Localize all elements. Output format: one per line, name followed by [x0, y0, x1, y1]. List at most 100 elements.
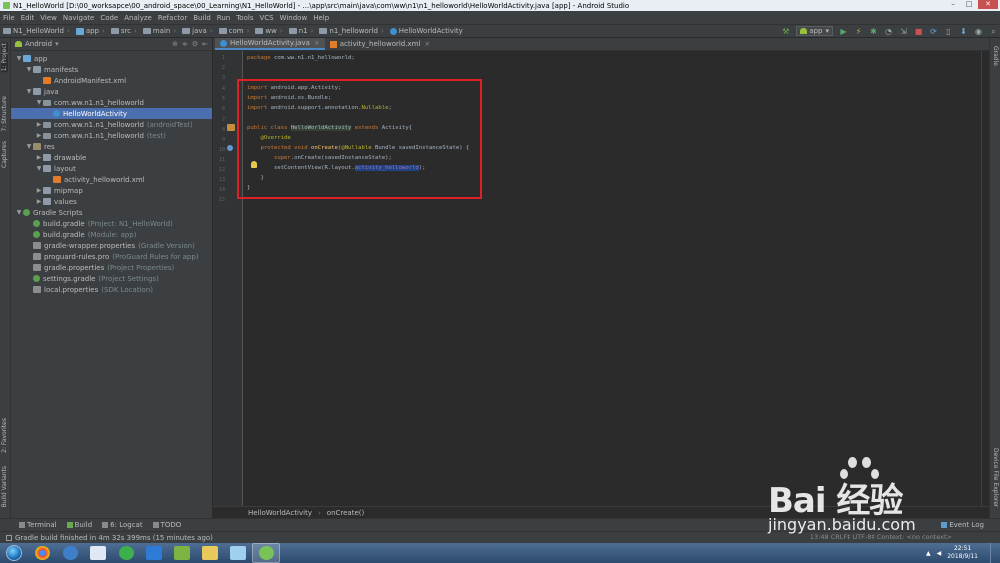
crumb-com[interactable]: com › — [216, 27, 253, 35]
maximize-button[interactable]: □ — [962, 0, 976, 9]
menu-edit[interactable]: Edit — [18, 14, 38, 22]
taskbar-app-notes[interactable] — [168, 543, 196, 563]
tool-tab-captures[interactable]: Captures — [1, 141, 8, 168]
tree-item[interactable]: ▶ com.ww.n1.n1_helloworld (test) — [11, 130, 212, 141]
run-gutter-icon[interactable] — [227, 124, 235, 131]
tree-item[interactable]: gradle-wrapper.properties (Gradle Version… — [11, 240, 212, 251]
crumb-src[interactable]: src › — [108, 27, 140, 35]
menu-navigate[interactable]: Navigate — [60, 14, 97, 22]
tray-volume-icon[interactable]: ◀ — [937, 550, 942, 557]
taskbar-app-chrome[interactable] — [28, 543, 56, 563]
tree-item[interactable]: ▼ java — [11, 86, 212, 97]
run-configuration-select[interactable]: app ▾ — [796, 26, 833, 36]
apply-changes-icon[interactable]: ⚡ — [854, 27, 863, 36]
crumb-n1-helloworld[interactable]: n1_helloworld › — [316, 27, 386, 35]
crumb-app[interactable]: app › — [73, 27, 108, 35]
settings-gear-icon[interactable]: ⚙ — [192, 40, 198, 48]
collapsed-arrow-icon[interactable]: ▶ — [35, 187, 43, 194]
expanded-arrow-icon[interactable]: ▼ — [35, 99, 43, 106]
crumb-ww[interactable]: ww › — [252, 27, 285, 35]
tool-tab-build[interactable]: Build — [62, 521, 98, 529]
taskbar-app-ie[interactable] — [56, 543, 84, 563]
breadcrumb-class[interactable]: HelloWorldActivity — [248, 509, 312, 517]
tree-item[interactable]: ▼ com.ww.n1.n1_helloworld — [11, 97, 212, 108]
expanded-arrow-icon[interactable]: ▼ — [25, 66, 33, 73]
attach-debugger-icon[interactable]: ⇲ — [899, 27, 908, 36]
tree-item[interactable]: ▼ Gradle Scripts — [11, 207, 212, 218]
tray-network-icon[interactable]: ▲ — [926, 550, 931, 557]
taskbar-app-android-studio[interactable] — [252, 543, 280, 563]
tab-hello-world-activity[interactable]: HelloWorldActivity.java × — [215, 38, 325, 50]
minimize-button[interactable]: – — [946, 0, 960, 9]
close-tab-icon[interactable]: × — [424, 40, 430, 48]
tree-item[interactable]: ▶ com.ww.n1.n1_helloworld (androidTest) — [11, 119, 212, 130]
search-everywhere-icon[interactable]: ⌕ — [989, 27, 998, 36]
taskbar-app-360[interactable] — [112, 543, 140, 563]
stop-icon[interactable]: ■ — [914, 27, 923, 36]
taskbar-app-explorer[interactable] — [196, 543, 224, 563]
tree-item[interactable]: ▼ manifests — [11, 64, 212, 75]
debug-icon[interactable]: ✱ — [869, 27, 878, 36]
crumb-java[interactable]: java › — [179, 27, 215, 35]
sync-scroll-icon[interactable]: ⊕ — [172, 40, 178, 48]
tree-item[interactable]: ▶ drawable — [11, 152, 212, 163]
show-desktop-button[interactable] — [990, 543, 1000, 563]
crumb-project[interactable]: N1_HelloWorld › — [0, 27, 73, 35]
sdk-manager-icon[interactable]: ⬇ — [959, 27, 968, 36]
tree-item[interactable]: proguard-rules.pro (ProGuard Rules for ap… — [11, 251, 212, 262]
tree-item[interactable]: AndroidManifest.xml — [11, 75, 212, 86]
expanded-arrow-icon[interactable]: ▼ — [25, 143, 33, 150]
start-button[interactable] — [0, 543, 28, 563]
close-button[interactable]: ✕ — [978, 0, 998, 9]
crumb-class[interactable]: HelloWorldActivity — [387, 27, 466, 35]
menu-analyze[interactable]: Analyze — [121, 14, 155, 22]
tree-item[interactable]: ▶ mipmap — [11, 185, 212, 196]
collapse-all-icon[interactable]: ≑ — [182, 40, 188, 48]
tool-tab-structure[interactable]: 7: Structure — [1, 96, 8, 132]
taskbar-app-bird[interactable] — [140, 543, 168, 563]
event-log-button[interactable]: Event Log — [941, 521, 984, 529]
system-clock[interactable]: 22:51 2018/9/11 — [947, 545, 978, 561]
expanded-arrow-icon[interactable]: ▼ — [25, 88, 33, 95]
tree-item[interactable]: ▼ app — [11, 53, 212, 64]
menu-vcs[interactable]: VCS — [256, 14, 276, 22]
tree-item[interactable]: ▼ layout — [11, 163, 212, 174]
tree-item[interactable]: local.properties (SDK Location) — [11, 284, 212, 295]
collapsed-arrow-icon[interactable]: ▶ — [35, 154, 43, 161]
tree-item[interactable]: ▼ res — [11, 141, 212, 152]
tool-tab-favorites[interactable]: 2: Favorites — [1, 418, 8, 453]
tab-activity-helloworld-xml[interactable]: activity_helloworld.xml × — [325, 38, 436, 50]
menu-refactor[interactable]: Refactor — [155, 14, 190, 22]
close-tab-icon[interactable]: × — [314, 39, 320, 47]
override-gutter-icon[interactable] — [227, 145, 233, 151]
menu-help[interactable]: Help — [310, 14, 332, 22]
menu-build[interactable]: Build — [190, 14, 214, 22]
profile-icon[interactable]: ◔ — [884, 27, 893, 36]
menu-file[interactable]: File — [0, 14, 18, 22]
device-monitor-icon[interactable]: ◉ — [974, 27, 983, 36]
tree-item[interactable]: HelloWorldActivity — [11, 108, 212, 119]
make-project-icon[interactable]: ⚒ — [781, 27, 790, 36]
menu-tools[interactable]: Tools — [233, 14, 256, 22]
tree-item[interactable]: build.gradle (Module: app) — [11, 229, 212, 240]
menu-run[interactable]: Run — [214, 14, 233, 22]
tree-item[interactable]: gradle.properties (Project Properties) — [11, 262, 212, 273]
tree-item[interactable]: ▶ values — [11, 196, 212, 207]
sync-gradle-icon[interactable]: ⟳ — [929, 27, 938, 36]
menu-window[interactable]: Window — [277, 14, 311, 22]
tree-item[interactable]: build.gradle (Project: N1_HelloWorld) — [11, 218, 212, 229]
expanded-arrow-icon[interactable]: ▼ — [15, 209, 23, 216]
run-icon[interactable]: ▶ — [839, 27, 848, 36]
tool-tab-build-variants[interactable]: Build Variants — [1, 466, 8, 507]
taskbar-app-paint[interactable] — [224, 543, 252, 563]
tool-tab-terminal[interactable]: Terminal — [14, 521, 62, 529]
tool-tab-project[interactable]: 1: Project — [1, 42, 8, 73]
hide-panel-icon[interactable]: ⇤ — [202, 40, 208, 48]
tree-item[interactable]: activity_helloworld.xml — [11, 174, 212, 185]
menu-code[interactable]: Code — [97, 14, 121, 22]
menu-view[interactable]: View — [37, 14, 60, 22]
collapsed-arrow-icon[interactable]: ▶ — [35, 198, 43, 205]
crumb-main[interactable]: main › — [140, 27, 179, 35]
crumb-n1[interactable]: n1 › — [286, 27, 317, 35]
tool-tab-gradle[interactable]: Gradle — [992, 46, 999, 66]
